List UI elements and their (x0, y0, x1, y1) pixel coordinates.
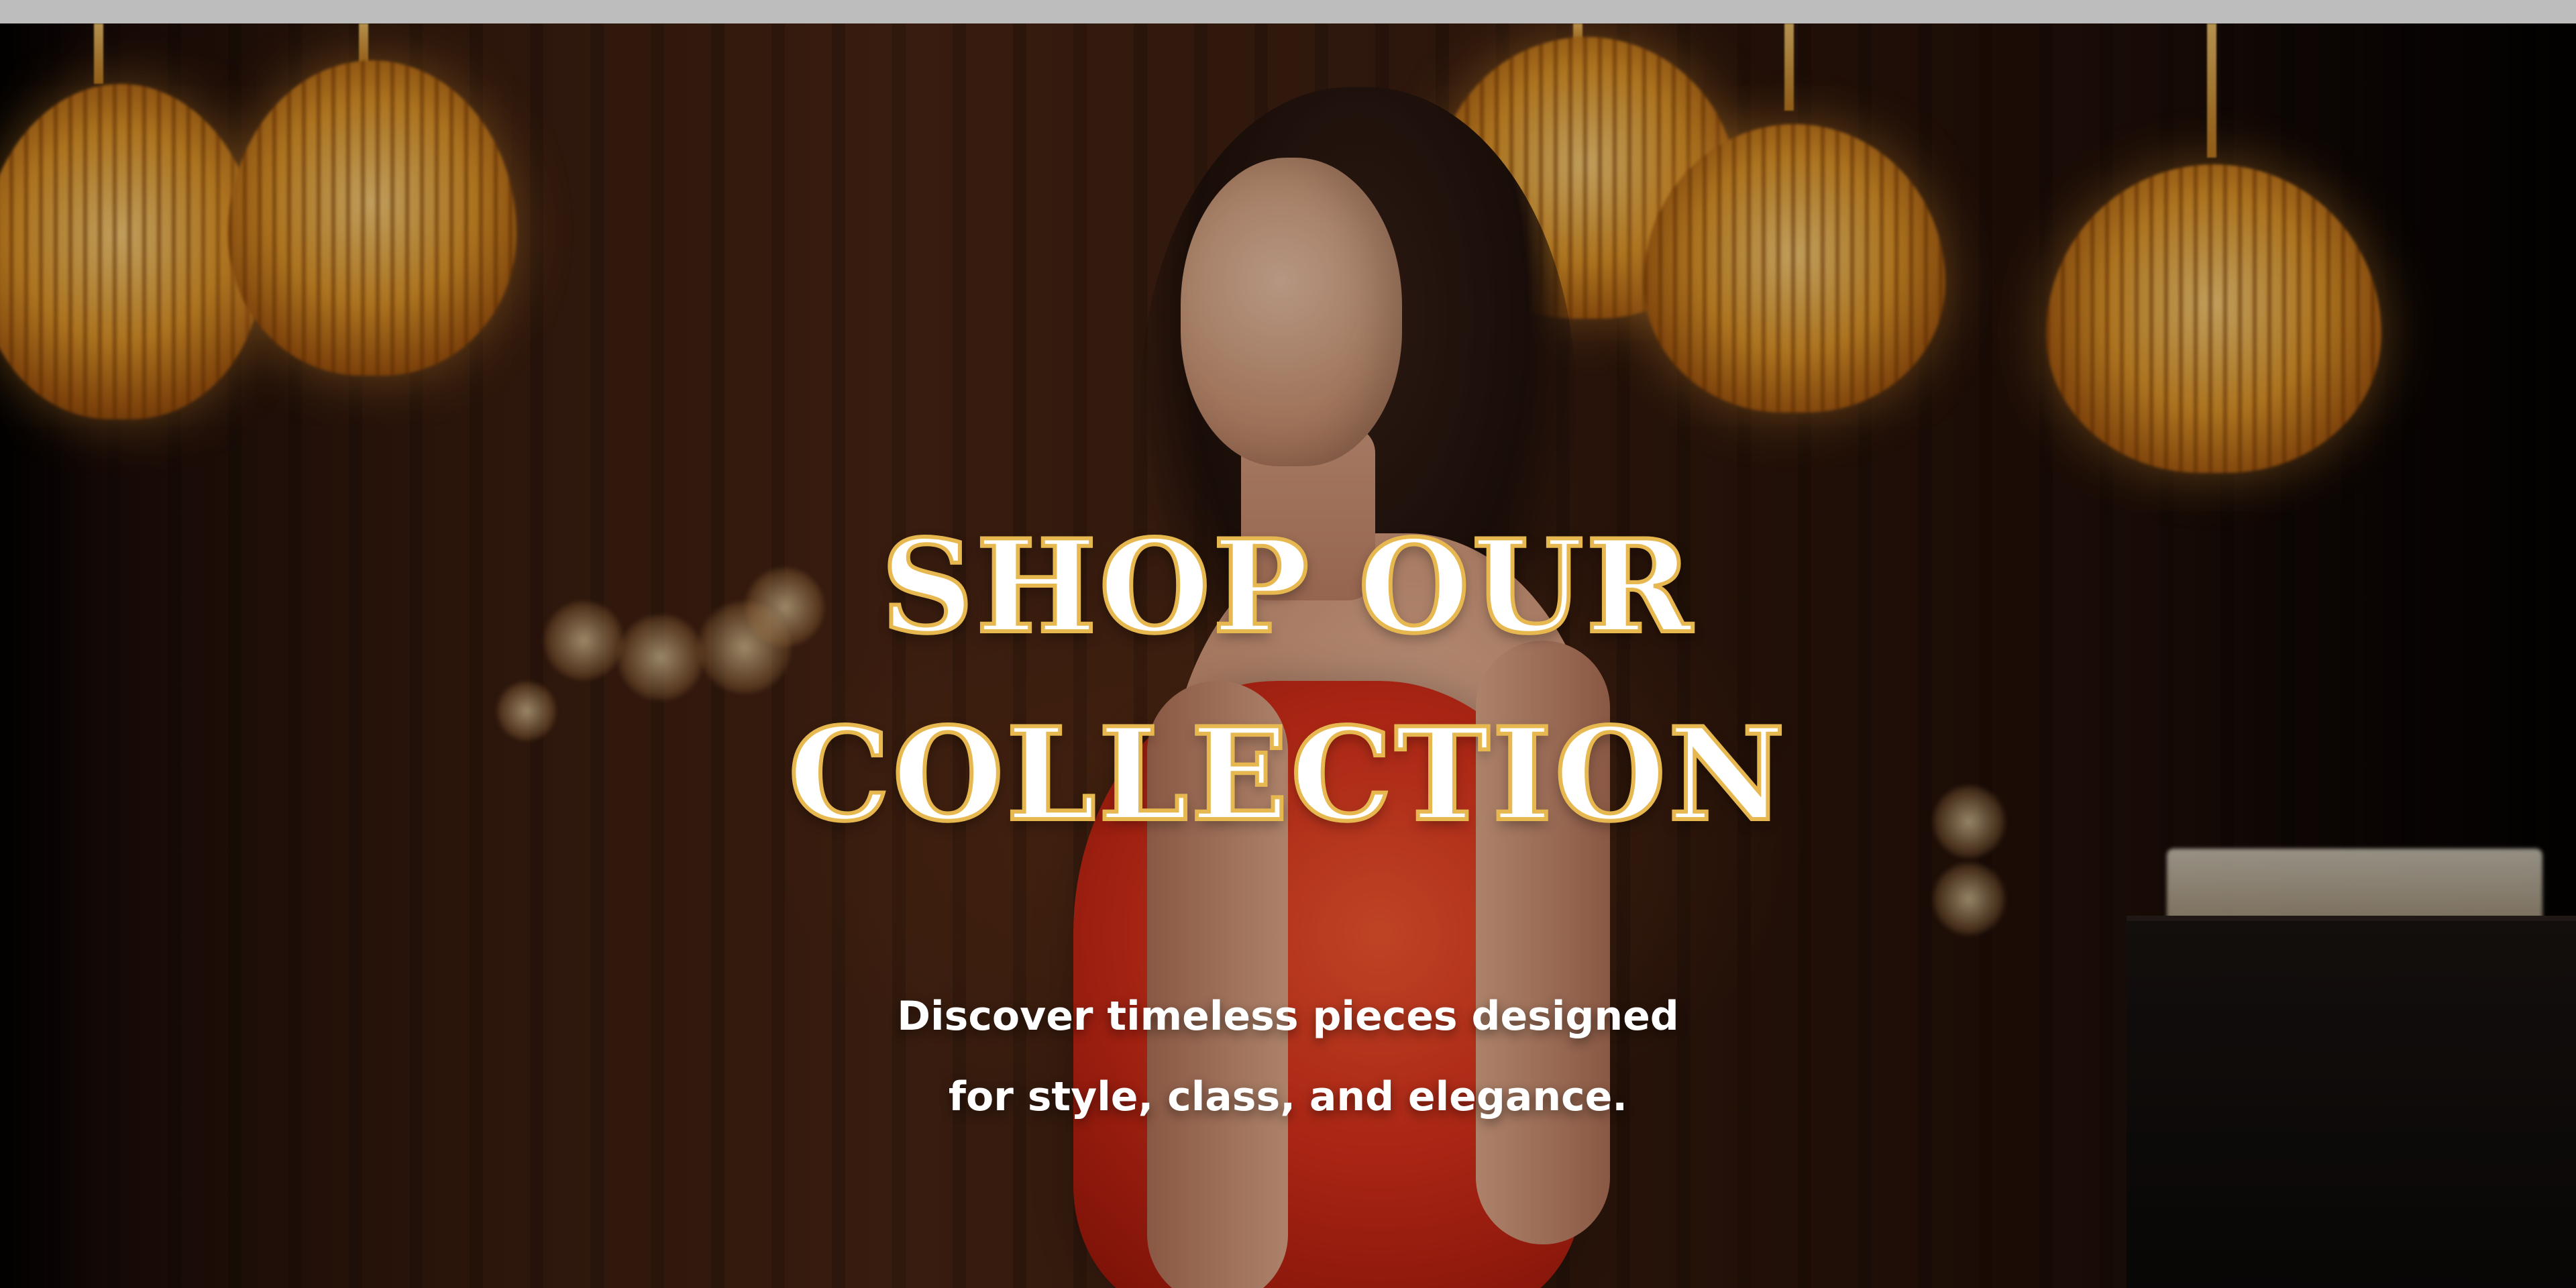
hero-banner: SHOP OUR COLLECTION Discover timeless pi… (0, 23, 2576, 1288)
hero-headline-line-1: SHOP OUR (879, 510, 1695, 663)
hero-subheadline: Discover timeless pieces designed for st… (0, 976, 2576, 1137)
hero-subheadline-line-2: for style, class, and elegance. (948, 1073, 1628, 1120)
hero-headline-line-2: COLLECTION (786, 698, 1788, 851)
hero-subheadline-line-1: Discover timeless pieces designed (897, 993, 1679, 1040)
hero-copy: SHOP OUR COLLECTION Discover timeless pi… (0, 493, 2576, 1137)
hero-headline: SHOP OUR COLLECTION (0, 493, 2576, 869)
browser-top-bar (0, 0, 2576, 23)
